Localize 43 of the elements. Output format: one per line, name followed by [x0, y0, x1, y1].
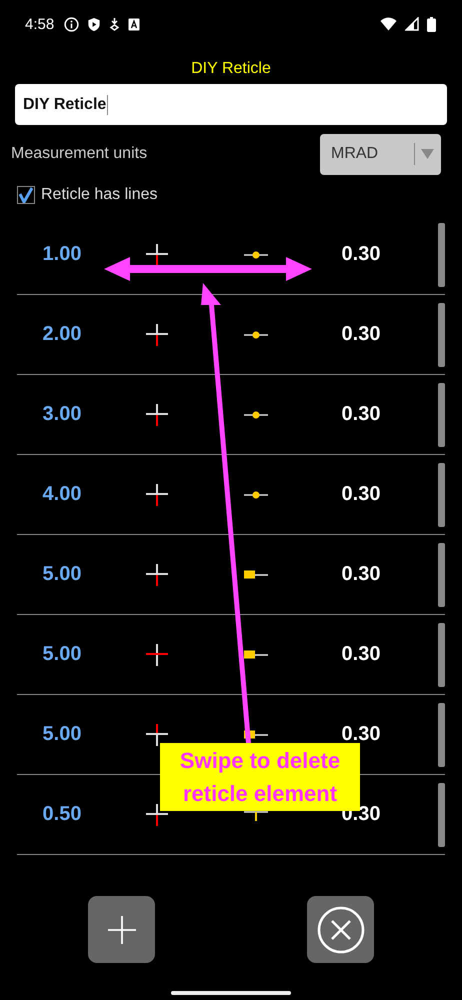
size-value: 0.30 [340, 483, 382, 506]
name-field[interactable]: DIY Reticle [15, 84, 447, 125]
signal-icon [405, 17, 419, 31]
units-dropdown[interactable]: MRAD [320, 134, 441, 174]
cancel-button[interactable] [307, 896, 374, 963]
screen-title: DIY Reticle [190, 60, 272, 79]
wifi-icon [380, 17, 397, 31]
distance-value: 1.00 [42, 243, 82, 266]
drag-handle[interactable] [438, 782, 445, 846]
drag-handle[interactable] [438, 222, 445, 286]
drag-handle[interactable] [438, 462, 445, 526]
size-value: 0.30 [340, 243, 382, 266]
units-label: Measurement units [11, 145, 148, 163]
drag-handle[interactable] [438, 542, 445, 606]
status-time: 4:58 [25, 16, 54, 32]
distance-value: 5.00 [42, 563, 82, 586]
plus-icon [106, 914, 136, 944]
annotation-callout: Swipe to delete reticle element [160, 743, 360, 811]
dropdown-caret-icon [421, 149, 434, 159]
size-value: 0.30 [340, 723, 382, 746]
distance-value: 4.00 [42, 483, 82, 506]
close-icon [316, 906, 364, 954]
size-value: 0.30 [340, 563, 382, 586]
drag-handle[interactable] [438, 302, 445, 366]
size-value: 0.30 [340, 403, 382, 426]
checkbox[interactable] [17, 186, 35, 204]
add-button[interactable] [88, 896, 155, 963]
drag-handle[interactable] [438, 622, 445, 686]
drag-handle[interactable] [438, 382, 445, 446]
battery-icon [427, 16, 436, 32]
size-value: 0.30 [340, 323, 382, 346]
size-value: 0.30 [340, 643, 382, 666]
font-icon [128, 18, 140, 30]
distance-value: 0.50 [42, 803, 82, 826]
drag-handle[interactable] [438, 702, 445, 766]
distance-value: 5.00 [42, 723, 82, 746]
shield-icon [87, 16, 102, 32]
checkbox-label: Reticle has lines [41, 186, 158, 204]
distance-value: 3.00 [42, 403, 82, 426]
distance-value: 2.00 [42, 323, 82, 346]
download-icon [109, 17, 120, 31]
distance-value: 5.00 [42, 643, 82, 666]
info-icon [64, 16, 80, 32]
